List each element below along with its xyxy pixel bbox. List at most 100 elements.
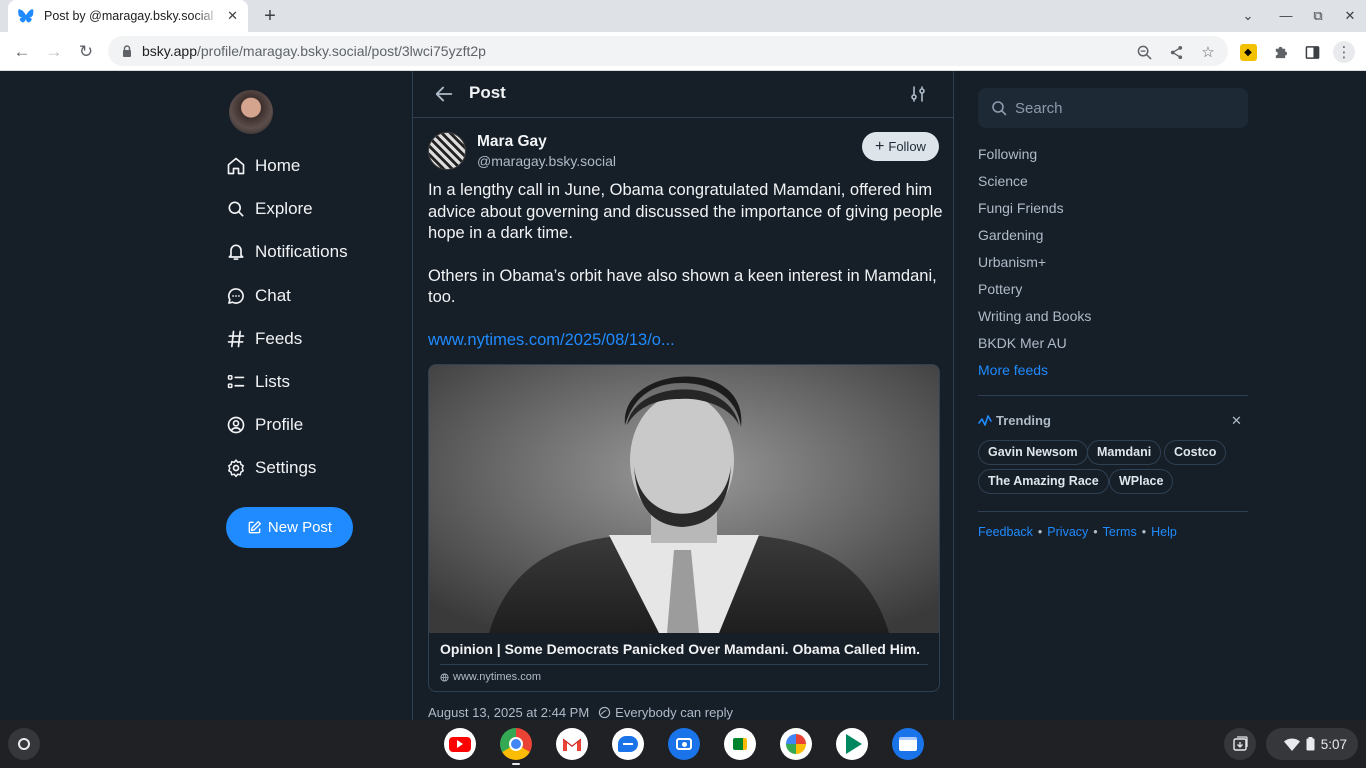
trending-chip[interactable]: Costco xyxy=(1164,440,1227,465)
feed-link-urbanism[interactable]: Urbanism+ xyxy=(978,254,1046,270)
trending-chip[interactable]: WPlace xyxy=(1109,469,1174,494)
side-panel-icon[interactable] xyxy=(1301,41,1323,63)
extension-icon[interactable]: ◆ xyxy=(1237,41,1259,63)
trending-chip[interactable]: The Amazing Race xyxy=(978,469,1109,494)
chrome-icon[interactable] xyxy=(500,728,532,760)
back-arrow-icon[interactable]: ← xyxy=(8,38,36,66)
share-icon[interactable] xyxy=(1165,41,1187,63)
menu-dots-icon[interactable]: ⋮ xyxy=(1333,41,1355,63)
plus-icon: + xyxy=(875,137,885,155)
card-domain-text: www.nytimes.com xyxy=(453,671,542,683)
forward-arrow-icon[interactable]: → xyxy=(40,38,68,66)
search-box[interactable] xyxy=(978,88,1248,128)
trending-title: Trending xyxy=(996,413,1051,428)
browser-toolbar: ← → ↻ bsky.app/profile/maragay.bsky.soci… xyxy=(0,32,1366,71)
address-bar[interactable]: bsky.app/profile/maragay.bsky.social/pos… xyxy=(108,36,1228,66)
browser-tab[interactable]: Post by @maragay.bsky.social ✕ xyxy=(8,0,248,32)
bookmark-star-icon[interactable]: ☆ xyxy=(1197,41,1219,63)
launcher-button[interactable] xyxy=(8,728,40,760)
maximize-button[interactable]: ⧉ xyxy=(1302,0,1334,32)
minimize-button[interactable]: — xyxy=(1270,0,1302,32)
meet-icon[interactable] xyxy=(724,728,756,760)
nav-item-settings[interactable]: Settings xyxy=(226,453,316,483)
card-domain: www.nytimes.com xyxy=(440,671,541,683)
author-handle[interactable]: @maragay.bsky.social xyxy=(477,153,616,169)
active-app-indicator xyxy=(512,763,520,765)
thread-header: Post xyxy=(413,71,953,118)
globe-icon xyxy=(440,672,449,682)
nav-label: Settings xyxy=(255,458,317,477)
feed-link-bkdk-mer-au[interactable]: BKDK Mer AU xyxy=(978,335,1067,351)
search-input[interactable] xyxy=(1015,99,1235,117)
youtube-icon[interactable] xyxy=(444,728,476,760)
divider xyxy=(978,511,1248,512)
feed-link-science[interactable]: Science xyxy=(978,173,1028,189)
feed-link-gardening[interactable]: Gardening xyxy=(978,227,1043,243)
home-icon xyxy=(227,157,245,175)
link-card[interactable]: Opinion | Some Democrats Panicked Over M… xyxy=(428,364,940,692)
card-image xyxy=(429,365,939,633)
play-store-icon[interactable] xyxy=(836,728,868,760)
puzzle-icon[interactable] xyxy=(1269,41,1291,63)
messages-icon[interactable] xyxy=(612,728,644,760)
feed-link-writing-and-books[interactable]: Writing and Books xyxy=(978,308,1091,324)
globe-reply-icon xyxy=(599,706,611,719)
post-meta: August 13, 2025 at 2:44 PM Everybody can… xyxy=(428,705,733,720)
author-name[interactable]: Mara Gay xyxy=(477,133,547,151)
battery-icon xyxy=(1306,737,1315,751)
nav-label: Explore xyxy=(255,199,313,218)
hash-icon xyxy=(227,330,245,348)
close-window-button[interactable]: ✕ xyxy=(1334,0,1366,32)
nav-label: Feeds xyxy=(255,329,303,348)
new-tab-button[interactable]: + xyxy=(258,4,282,28)
gmail-icon[interactable] xyxy=(556,728,588,760)
footer-link-help[interactable]: Help xyxy=(1151,525,1177,539)
feed-link-following[interactable]: Following xyxy=(978,146,1037,162)
nav-item-feeds[interactable]: Feeds xyxy=(226,324,302,354)
feed-link-fungi-friends[interactable]: Fungi Friends xyxy=(978,200,1064,216)
avatar[interactable] xyxy=(229,90,273,134)
nav-item-home[interactable]: Home xyxy=(226,151,300,181)
back-arrow-icon[interactable] xyxy=(433,83,455,105)
author-avatar[interactable] xyxy=(428,132,466,170)
tab-title: Post by @maragay.bsky.social xyxy=(44,9,214,23)
nav-item-notifications[interactable]: Notifications xyxy=(226,237,348,267)
trending-chip[interactable]: Gavin Newsom xyxy=(978,440,1088,465)
follow-label: Follow xyxy=(888,139,926,154)
new-post-button[interactable]: New Post xyxy=(226,507,353,548)
close-icon[interactable]: ✕ xyxy=(1231,413,1242,429)
files-icon[interactable] xyxy=(892,728,924,760)
footer-link-privacy[interactable]: Privacy xyxy=(1047,525,1088,539)
follow-button[interactable]: + Follow xyxy=(862,132,939,161)
feed-link-pottery[interactable]: Pottery xyxy=(978,281,1022,297)
footer-link-feedback[interactable]: Feedback xyxy=(978,525,1033,539)
camera-icon[interactable] xyxy=(668,728,700,760)
reply-setting[interactable]: Everybody can reply xyxy=(615,705,733,720)
trending-header: Trending xyxy=(978,413,1051,428)
holding-space-icon[interactable] xyxy=(1224,728,1256,760)
post-thread: Post Mara Gay @maragay.bsky.social + Foll… xyxy=(412,71,954,720)
sliders-icon[interactable] xyxy=(909,85,927,103)
nav-item-chat[interactable]: Chat xyxy=(226,281,291,311)
url-domain: bsky.app xyxy=(142,43,197,59)
status-area[interactable]: 5:07 xyxy=(1266,728,1358,760)
card-title: Opinion | Some Democrats Panicked Over M… xyxy=(440,641,921,657)
footer-link-terms[interactable]: Terms xyxy=(1103,525,1137,539)
more-feeds-link[interactable]: More feeds xyxy=(978,362,1048,378)
divider xyxy=(978,395,1248,396)
compose-icon xyxy=(248,521,261,534)
post-link[interactable]: www.nytimes.com/2025/08/13/o... xyxy=(428,331,675,350)
tab-search-icon[interactable]: ⌄ xyxy=(1232,0,1264,32)
trending-chip[interactable]: Mamdani xyxy=(1087,440,1162,465)
nav-item-explore[interactable]: Explore xyxy=(226,194,313,224)
zoom-icon[interactable] xyxy=(1133,41,1155,63)
lock-icon xyxy=(123,45,131,57)
photos-icon[interactable] xyxy=(780,728,812,760)
nav-item-lists[interactable]: Lists xyxy=(226,367,290,397)
nav-label: Lists xyxy=(255,372,290,391)
search-icon xyxy=(228,201,244,217)
tab-close-icon[interactable]: ✕ xyxy=(227,8,238,24)
nav-label: Notifications xyxy=(255,242,348,261)
reload-icon[interactable]: ↻ xyxy=(72,38,100,66)
nav-item-profile[interactable]: Profile xyxy=(226,410,303,440)
